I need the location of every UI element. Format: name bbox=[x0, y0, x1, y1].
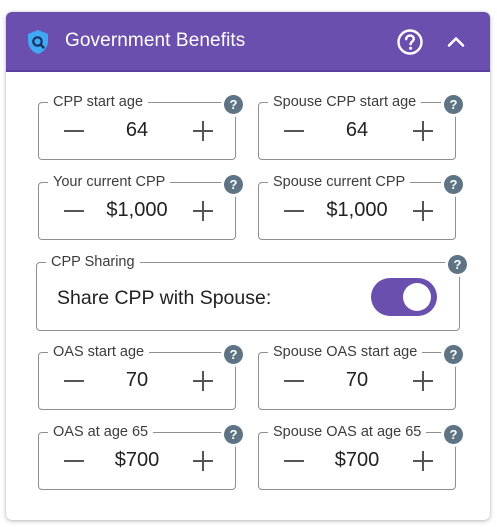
toggle-knob bbox=[403, 283, 431, 311]
spouse-oas-start-age-value[interactable]: 70 bbox=[305, 368, 409, 392]
spouse-oas-start-age-stepper: Spouse OAS start age ? 70 bbox=[258, 343, 463, 410]
decrement-button[interactable] bbox=[283, 200, 305, 222]
cpp-sharing-group: CPP Sharing ? Share CPP with Spouse: bbox=[36, 253, 467, 331]
decrement-button[interactable] bbox=[283, 370, 305, 392]
spouse-current-cpp-label: Spouse current CPP bbox=[268, 173, 411, 191]
increment-button[interactable] bbox=[412, 370, 434, 392]
decrement-button[interactable] bbox=[63, 370, 85, 392]
decrement-button[interactable] bbox=[63, 450, 85, 472]
your-current-cpp-label: Your current CPP bbox=[48, 173, 171, 191]
spouse-cpp-start-age-value[interactable]: 64 bbox=[305, 118, 409, 142]
info-icon[interactable]: ? bbox=[444, 345, 463, 364]
oas-start-age-label: OAS start age bbox=[48, 343, 150, 361]
info-icon[interactable]: ? bbox=[224, 95, 243, 114]
increment-button[interactable] bbox=[412, 120, 434, 142]
info-icon[interactable]: ? bbox=[224, 175, 243, 194]
increment-button[interactable] bbox=[412, 200, 434, 222]
spouse-oas-at-age-65-stepper: Spouse OAS at age 65 ? $700 bbox=[258, 423, 463, 490]
panel-header[interactable]: Government Benefits bbox=[6, 12, 490, 72]
spouse-oas-start-age-label: Spouse OAS start age bbox=[268, 343, 423, 361]
cpp-start-age-value[interactable]: 64 bbox=[85, 118, 189, 142]
spouse-current-cpp-stepper: Spouse current CPP ? $1,000 bbox=[258, 173, 463, 240]
spouse-oas-at-age-65-value[interactable]: $700 bbox=[305, 448, 409, 472]
spouse-cpp-start-age-stepper: Spouse CPP start age ? 64 bbox=[258, 93, 463, 160]
increment-button[interactable] bbox=[192, 450, 214, 472]
your-current-cpp-stepper: Your current CPP ? $1,000 bbox=[38, 173, 243, 240]
info-icon[interactable]: ? bbox=[444, 95, 463, 114]
cpp-start-age-label: CPP start age bbox=[48, 93, 149, 111]
spouse-current-cpp-value[interactable]: $1,000 bbox=[305, 198, 409, 222]
cpp-sharing-label: CPP Sharing bbox=[46, 253, 140, 271]
your-current-cpp-value[interactable]: $1,000 bbox=[85, 198, 189, 222]
help-circle-icon[interactable] bbox=[396, 28, 424, 56]
share-cpp-text: Share CPP with Spouse: bbox=[57, 287, 272, 309]
panel-title: Government Benefits bbox=[65, 30, 246, 51]
oas-start-age-value[interactable]: 70 bbox=[85, 368, 189, 392]
cpp-start-age-stepper: CPP start age ? 64 bbox=[38, 93, 243, 160]
info-icon[interactable]: ? bbox=[224, 345, 243, 364]
oas-at-age-65-label: OAS at age 65 bbox=[48, 423, 154, 441]
spouse-cpp-start-age-label: Spouse CPP start age bbox=[268, 93, 422, 111]
oas-start-age-stepper: OAS start age ? 70 bbox=[38, 343, 243, 410]
info-icon[interactable]: ? bbox=[444, 425, 463, 444]
increment-button[interactable] bbox=[412, 450, 434, 472]
info-icon[interactable]: ? bbox=[444, 175, 463, 194]
decrement-button[interactable] bbox=[283, 450, 305, 472]
chevron-up-icon[interactable] bbox=[444, 30, 468, 54]
decrement-button[interactable] bbox=[63, 200, 85, 222]
shield-icon bbox=[26, 29, 50, 55]
oas-at-age-65-value[interactable]: $700 bbox=[85, 448, 189, 472]
spouse-oas-at-age-65-label: Spouse OAS at age 65 bbox=[268, 423, 427, 441]
info-icon[interactable]: ? bbox=[224, 425, 243, 444]
increment-button[interactable] bbox=[192, 370, 214, 392]
decrement-button[interactable] bbox=[283, 120, 305, 142]
government-benefits-panel: Government Benefits CPP start age ? 64 S… bbox=[6, 12, 490, 520]
info-icon[interactable]: ? bbox=[448, 255, 467, 274]
increment-button[interactable] bbox=[192, 120, 214, 142]
decrement-button[interactable] bbox=[63, 120, 85, 142]
share-cpp-toggle[interactable] bbox=[371, 278, 437, 316]
increment-button[interactable] bbox=[192, 200, 214, 222]
oas-at-age-65-stepper: OAS at age 65 ? $700 bbox=[38, 423, 243, 490]
